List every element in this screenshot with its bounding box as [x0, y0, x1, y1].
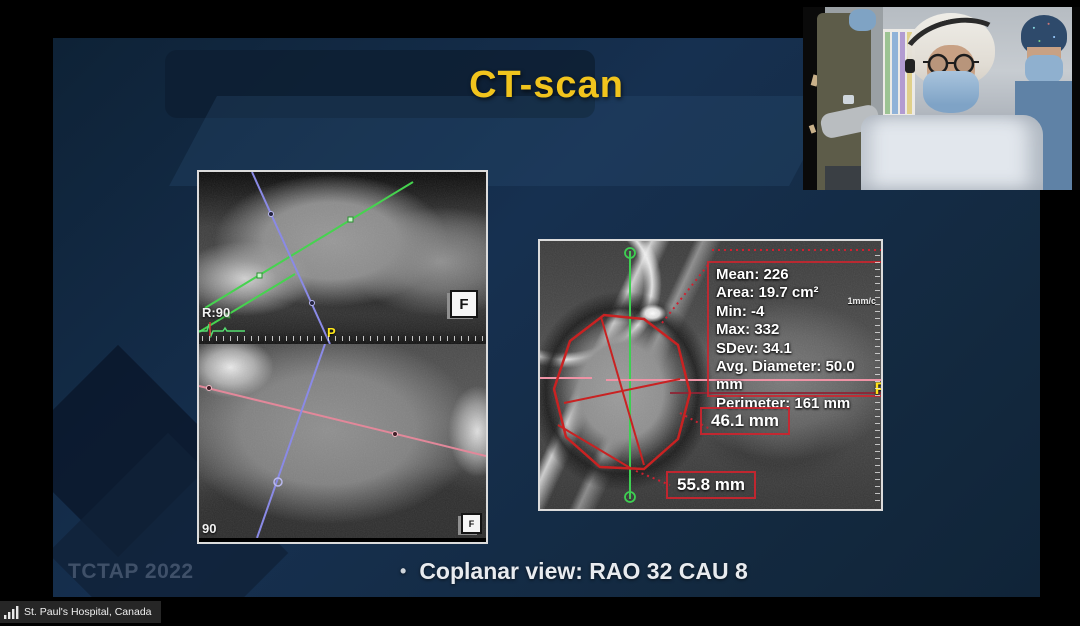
person-left-mask [849, 9, 876, 31]
presenter-video-tile[interactable] [803, 7, 1080, 190]
stat-avg-diameter: Avg. Diameter: 50.0 mm [716, 358, 881, 395]
video-call-window: CT-scan R:90 [0, 0, 1080, 626]
ct-image-four-chamber: R:90 P F [199, 172, 486, 344]
stat-sdev: SDev: 34.1 [716, 340, 881, 358]
scale-label: 1mm/c [847, 296, 876, 306]
ruler-ticks [875, 249, 880, 501]
orientation-cube-icon: F [461, 513, 482, 534]
presenter-head [903, 13, 999, 123]
orientation-cube-icon: F [450, 290, 478, 318]
crosshair-overlay [199, 172, 486, 344]
measurement-stats-box: Mean: 226 Area: 19.7 cm² Min: -4 Max: 33… [707, 261, 881, 397]
frame-label: 90 [202, 521, 216, 536]
crosshair-overlay [199, 344, 486, 538]
bullet-point: • Coplanar view: RAO 32 CAU 8 [400, 558, 748, 585]
ct-measurement-panel: Mean: 226 Area: 19.7 cm² Min: -4 Max: 33… [538, 239, 883, 511]
presenter-gown [861, 115, 1043, 190]
bullet-text: Coplanar view: RAO 32 CAU 8 [419, 558, 747, 584]
presenter-earpiece [905, 59, 915, 73]
equipment-fragment [809, 124, 816, 133]
ct-image-short-axis: 90 F [199, 344, 486, 538]
bullet-marker: • [400, 561, 406, 581]
diameter-label-2: 55.8 mm [666, 471, 756, 499]
ruler-ticks [202, 336, 483, 341]
participant-name: St. Paul's Hospital, Canada [24, 606, 152, 618]
ct-image-annulus: Mean: 226 Area: 19.7 cm² Min: -4 Max: 33… [540, 241, 881, 509]
person-left-badge [843, 95, 854, 104]
diameter-label-1: 46.1 mm [700, 407, 790, 435]
stat-max: Max: 332 [716, 321, 881, 339]
ecg-phase-label: R:90 [202, 305, 230, 320]
participant-name-tag: St. Paul's Hospital, Canada [0, 601, 161, 623]
presenter-mask [923, 71, 979, 113]
connection-signal-icon [4, 606, 19, 619]
stat-mean: Mean: 226 [716, 266, 881, 284]
conference-watermark: TCTAP 2022 [68, 560, 194, 584]
ct-coplanar-panel: R:90 P F 90 F [197, 170, 488, 544]
